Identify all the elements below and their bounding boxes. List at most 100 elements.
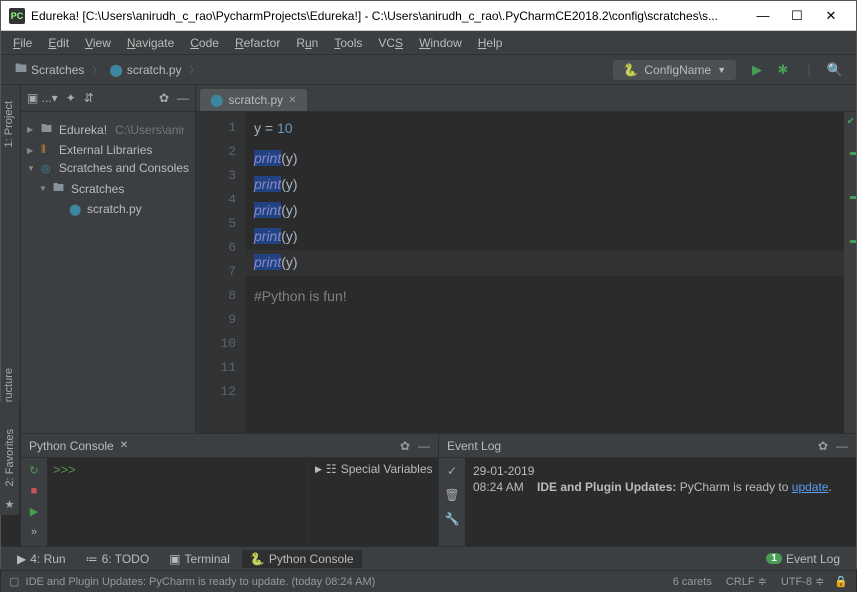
tree-label: Scratches and Consoles	[59, 161, 189, 175]
mark-read-icon[interactable]: ✓	[447, 464, 457, 478]
line-number: 1	[196, 116, 246, 140]
tree-label: External Libraries	[59, 143, 152, 157]
run-icon: ▶	[17, 552, 26, 566]
carets-status[interactable]: 6 carets	[673, 576, 712, 588]
tree-ext-libs[interactable]: ▶ ⦀ External Libraries	[25, 141, 191, 159]
target-icon[interactable]: ✦	[66, 91, 76, 105]
chevron-icon: 〉	[92, 63, 101, 76]
scratches-icon: ◎	[41, 162, 55, 175]
search-button[interactable]: 🔍	[825, 60, 845, 80]
variables-icon: ☷	[326, 462, 337, 476]
line-number: 5	[196, 212, 246, 236]
project-tab[interactable]: 1: Project	[1, 93, 20, 155]
clear-icon[interactable]: 🗑	[444, 488, 459, 502]
close-icon[interactable]: ✕	[120, 440, 128, 451]
gear-icon[interactable]: ✿	[818, 439, 828, 453]
menu-code[interactable]: Code	[182, 34, 227, 52]
menu-navigate[interactable]: Navigate	[119, 34, 182, 52]
menu-window[interactable]: Window	[411, 34, 470, 52]
tree-root[interactable]: ▶ 🖿 Edureka! C:\Users\anir	[25, 118, 191, 141]
event-message: 08:24 AM IDE and Plugin Updates: PyCharm…	[473, 480, 848, 494]
line-sep-status[interactable]: CRLF ≑	[726, 575, 767, 588]
run-tool-button[interactable]: ▶4: Run	[9, 550, 74, 568]
menu-refactor[interactable]: Refactor	[227, 34, 288, 52]
editor-overview-ruler[interactable]: ✔	[844, 112, 856, 433]
more-icon[interactable]: »	[31, 526, 37, 538]
folder-icon: 🖿	[15, 59, 27, 80]
expand-arrow-icon: ▼	[27, 164, 37, 173]
close-button[interactable]: ✕	[814, 1, 848, 31]
special-vars-header[interactable]: ▶ ☷ Special Variables	[309, 458, 438, 480]
code-pane[interactable]: y = 10 print(y) print(y) print(y) print(…	[246, 112, 844, 433]
menu-edit[interactable]: Edit	[40, 34, 77, 52]
bottom-tool-area: Python Console ✕ ✿ — ↻ ■ ▶ » >>> ▶ ☷ Spe…	[21, 433, 856, 546]
editor-tab-row: ⬤ scratch.py ✕	[196, 85, 856, 112]
console-output[interactable]: >>>	[47, 458, 308, 546]
menu-view[interactable]: View	[77, 34, 119, 52]
python-console-panel: Python Console ✕ ✿ — ↻ ■ ▶ » >>> ▶ ☷ Spe…	[21, 434, 439, 546]
debug-button[interactable]: ✱	[773, 60, 793, 80]
run-config-dropdown[interactable]: 🐍 ConfigName ▼	[613, 60, 736, 80]
hide-icon[interactable]: —	[836, 439, 848, 453]
breadcrumb-file[interactable]: ⬤ scratch.py	[103, 61, 187, 79]
lock-icon[interactable]: 🔒	[834, 575, 848, 588]
settings-icon[interactable]: 🔧	[445, 512, 460, 526]
code-line: print(y)	[246, 146, 844, 172]
favorites-tab[interactable]: 2: Favorites	[2, 421, 18, 494]
library-icon: ⦀	[41, 144, 55, 157]
view-mode-icon[interactable]: ▣ ...▾	[27, 91, 58, 105]
update-link[interactable]: update	[792, 480, 829, 494]
code-line: print(y)	[246, 224, 844, 250]
hide-icon[interactable]: —	[177, 91, 189, 105]
project-panel: ▣ ...▾ ✦ ⇵ ✿ — ▶ 🖿 Edureka! C:\Users\ani…	[21, 85, 196, 433]
hide-icon[interactable]: —	[418, 439, 430, 453]
line-number: 3	[196, 164, 246, 188]
rerun-icon[interactable]: ↻	[29, 464, 38, 477]
gear-icon[interactable]: ✿	[159, 91, 169, 105]
event-count-badge: 1	[766, 553, 782, 564]
collapse-icon[interactable]: ⇵	[84, 91, 94, 105]
tree-scratches-consoles[interactable]: ▼ ◎ Scratches and Consoles	[25, 159, 191, 177]
event-log-tool-button[interactable]: 1 Event Log	[758, 550, 848, 568]
panel-body: ✓ 🗑 🔧 29-01-2019 08:24 AM IDE and Plugin…	[439, 458, 856, 546]
run-icon[interactable]: ▶	[30, 505, 38, 518]
tree-label: Scratches	[71, 182, 124, 196]
python-icon: 🐍	[250, 552, 265, 566]
maximize-button[interactable]: ☐	[780, 1, 814, 31]
todo-tool-button[interactable]: ≔6: TODO	[78, 550, 158, 568]
event-date: 29-01-2019	[473, 464, 848, 478]
menu-help[interactable]: Help	[470, 34, 511, 52]
minimize-button[interactable]: —	[746, 1, 780, 31]
terminal-icon: ▣	[169, 552, 180, 566]
special-vars-label: Special Variables	[341, 462, 433, 476]
run-button[interactable]: ▶	[747, 60, 767, 80]
marker	[850, 240, 856, 243]
left-tool-gutter: 1: Project 7: Structure	[1, 85, 21, 433]
tree-scratches[interactable]: ▼ 🖿 Scratches	[25, 177, 191, 200]
menu-tools[interactable]: Tools	[326, 34, 370, 52]
menu-file[interactable]: File	[5, 34, 40, 52]
marker	[850, 152, 856, 155]
encoding-status[interactable]: UTF-8 ≑	[781, 575, 824, 588]
breadcrumb-scratches[interactable]: 🖿 Scratches	[9, 57, 90, 82]
console-prompt: >>>	[53, 462, 76, 477]
stop-icon[interactable]: ■	[31, 485, 38, 497]
event-time: 08:24 AM	[473, 480, 524, 494]
code-line: y = 10	[246, 116, 844, 142]
crumb-label: scratch.py	[127, 63, 182, 77]
folder-icon: 🖿	[53, 179, 67, 198]
console-gutter: ↻ ■ ▶ »	[21, 458, 47, 546]
tree-file[interactable]: ⬤ scratch.py	[25, 200, 191, 218]
editor-tab[interactable]: ⬤ scratch.py ✕	[200, 89, 307, 111]
terminal-tool-button[interactable]: ▣Terminal	[161, 550, 238, 568]
close-tab-icon[interactable]: ✕	[288, 95, 296, 106]
chevron-icon: 〉	[190, 63, 199, 76]
panel-header: Python Console ✕ ✿ —	[21, 434, 438, 458]
gear-icon[interactable]: ✿	[400, 439, 410, 453]
python-console-tool-button[interactable]: 🐍Python Console	[242, 550, 362, 568]
navigation-bar: 🖿 Scratches 〉 ⬤ scratch.py 〉 🐍 ConfigNam…	[1, 55, 856, 85]
status-icon[interactable]: ▢	[9, 575, 19, 588]
menu-run[interactable]: Run	[288, 34, 326, 52]
status-message: IDE and Plugin Updates: PyCharm is ready…	[26, 576, 376, 588]
menu-vcs[interactable]: VCS	[370, 34, 411, 52]
